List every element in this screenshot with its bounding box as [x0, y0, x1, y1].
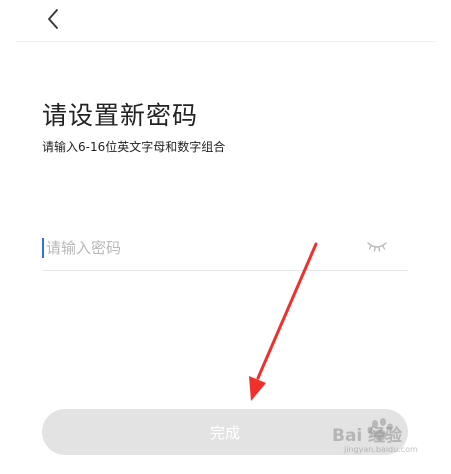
eye-closed-icon	[367, 242, 387, 252]
watermark: Bai 经验 jingyan.baidu.com	[332, 418, 442, 467]
top-bar	[0, 0, 451, 42]
toggle-password-visibility-button[interactable]	[366, 238, 388, 254]
page-subtitle: 请输入6-16位英文字母和数字组合	[42, 140, 226, 154]
top-bar-divider	[16, 41, 435, 42]
chevron-left-icon	[48, 9, 58, 29]
password-field-underline	[42, 270, 408, 271]
reset-password-screen: 请设置新密码 请输入6-16位英文字母和数字组合 完成 Bai 经验 jingy…	[0, 0, 451, 474]
password-input[interactable]	[42, 234, 356, 262]
watermark-url: jingyan.baidu.com	[344, 445, 418, 454]
watermark-brand: Bai 经验	[332, 426, 403, 446]
password-field	[42, 230, 408, 271]
page-title: 请设置新密码	[42, 101, 199, 130]
back-button[interactable]	[40, 6, 66, 32]
